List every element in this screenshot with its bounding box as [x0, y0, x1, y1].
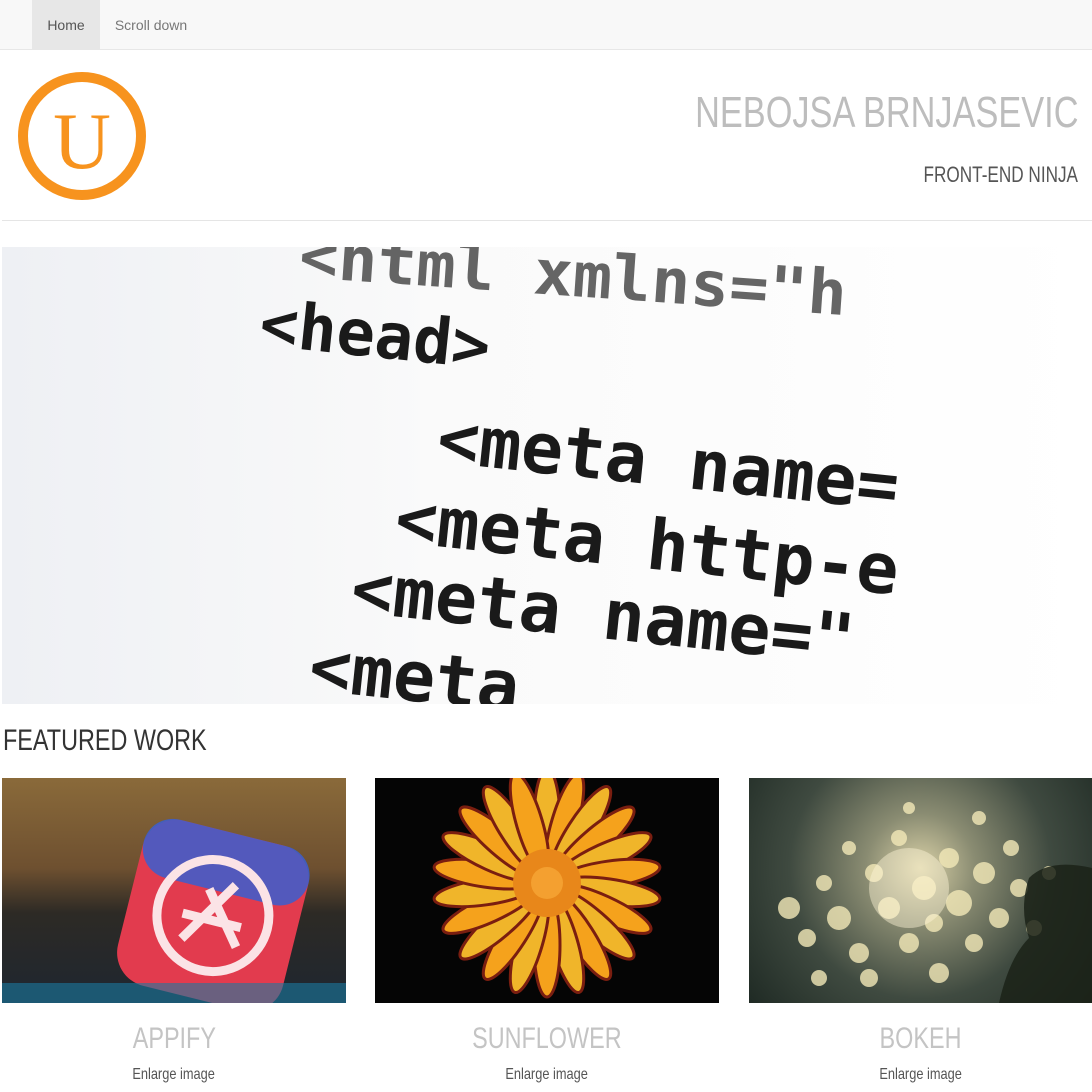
site-subtitle: FRONT-END NINJA [923, 162, 1078, 187]
card-title: BOKEH [879, 1022, 962, 1055]
top-navbar: Home Scroll down [0, 0, 1092, 50]
sunflower-thumbnail[interactable] [375, 778, 719, 1003]
bokeh-image [778, 802, 1092, 1003]
card-title: APPIFY [132, 1022, 216, 1055]
logo-letter: U [53, 98, 111, 186]
work-card-appify: APPIFY Enlarge image [2, 778, 346, 1083]
work-card-bokeh: BOKEH Enlarge image [749, 778, 1092, 1083]
hero-code-image: <html xmlns="h <head> <meta name= <meta … [2, 247, 1092, 704]
site-title: NEBOJSA BRNJASEVIC [694, 88, 1078, 137]
card-title: SUNFLOWER [472, 1022, 622, 1055]
header-divider [2, 220, 1092, 221]
featured-work-heading: FEATURED WORK [3, 724, 207, 757]
appify-thumbnail[interactable] [2, 778, 346, 1003]
sunflower-image [432, 778, 662, 999]
bokeh-thumbnail[interactable] [749, 778, 1092, 1003]
nav-home-link[interactable]: Home [32, 0, 100, 50]
logo-icon[interactable]: U [16, 70, 148, 202]
enlarge-image-link[interactable]: Enlarge image [749, 1066, 1092, 1084]
work-card-sunflower: SUNFLOWER Enlarge image [375, 778, 719, 1083]
enlarge-image-link[interactable]: Enlarge image [2, 1066, 346, 1084]
app-store-icon [2, 818, 346, 1003]
enlarge-image-link[interactable]: Enlarge image [375, 1066, 719, 1084]
nav-scroll-down-link[interactable]: Scroll down [100, 0, 202, 50]
